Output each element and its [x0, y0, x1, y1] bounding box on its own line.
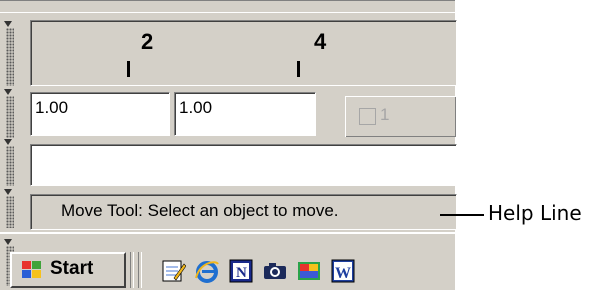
- callout-label: Help Line: [488, 201, 582, 225]
- ruler-label-2: 2: [141, 29, 154, 54]
- width-field[interactable]: 1.00: [30, 92, 170, 136]
- camera-icon[interactable]: [262, 258, 288, 284]
- horizontal-ruler[interactable]: 2 4: [30, 20, 457, 86]
- internet-explorer-icon[interactable]: [194, 258, 220, 284]
- ruler-tick: [127, 61, 130, 77]
- word-icon[interactable]: W: [330, 258, 356, 284]
- disabled-checkbox: [359, 108, 376, 125]
- text-input-field[interactable]: [30, 144, 457, 186]
- height-field[interactable]: 1.00: [174, 92, 316, 136]
- start-button[interactable]: Start: [10, 252, 126, 288]
- callout-line: [440, 214, 484, 216]
- toolbar-grip[interactable]: [4, 21, 14, 86]
- disabled-count-label: 1: [380, 105, 390, 124]
- text-bar: [0, 139, 457, 190]
- ruler-label-4: 4: [314, 29, 327, 54]
- help-line: Move Tool: Select an object to move.: [30, 194, 457, 230]
- application-window: 2 4 1.00 1.00 1 Move Tool: Select an obj…: [0, 0, 457, 232]
- n-app-icon[interactable]: N: [228, 258, 254, 284]
- taskbar-separator: [130, 252, 134, 288]
- svg-text:W: W: [335, 265, 351, 282]
- status-bar: Move Tool: Select an object to move.: [0, 189, 457, 232]
- ruler-toolbar: 2 4: [0, 0, 457, 90]
- toolbar-grip[interactable]: [4, 139, 14, 186]
- taskbar-separator: [138, 252, 142, 288]
- toolbar-grip[interactable]: [4, 89, 14, 138]
- start-label: Start: [50, 258, 94, 279]
- ruler-tick: [297, 61, 300, 77]
- paint-app-icon[interactable]: [296, 258, 322, 284]
- ruler-top-strip: [0, 0, 455, 13]
- taskbar: Start N W: [0, 232, 455, 290]
- windows-logo-icon: [22, 261, 41, 278]
- toolbar-grip[interactable]: [4, 189, 14, 228]
- svg-text:N: N: [236, 265, 247, 281]
- notepad-icon[interactable]: [160, 258, 186, 284]
- help-line-text: Move Tool: Select an object to move.: [61, 201, 339, 220]
